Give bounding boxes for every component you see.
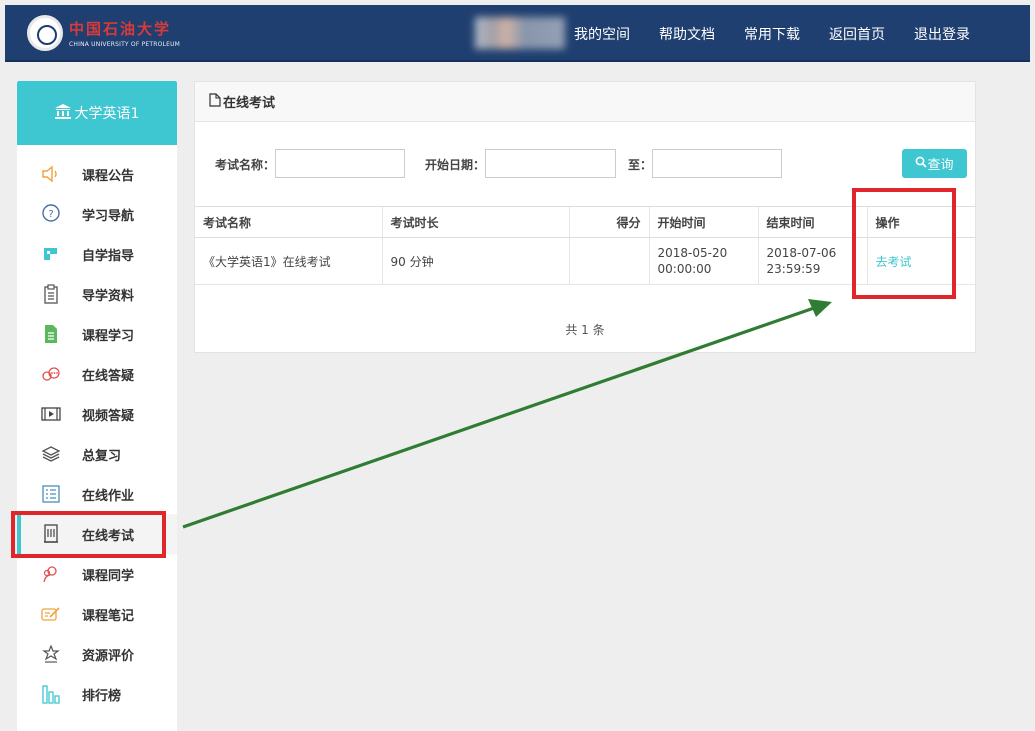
end-date-label: 至： [628,158,653,172]
table-header-row: 考试名称 考试时长 得分 开始时间 结束时间 操作 [195,206,975,238]
sidebar-item-navigation[interactable]: ? 学习导航 [17,194,177,234]
sidebar-item-classmates[interactable]: 课程同学 [17,554,177,594]
sidebar-item-label: 导学资料 [82,288,135,304]
sidebar-item-label: 在线答疑 [82,368,135,384]
exam-name-label: 考试名称： [215,158,276,172]
cell-duration: 90 分钟 [381,237,569,285]
clipboard-icon [41,284,61,304]
cell-start-time: 2018-05-20 00:00:00 [648,237,758,285]
sidebar-item-label: 课程学习 [82,328,135,344]
query-button[interactable]: 查询 [902,149,967,178]
guide-icon [41,244,61,264]
exam-icon [41,524,61,544]
exam-table: 考试名称 考试时长 得分 开始时间 结束时间 操作 《大学英语1》在线考试 90… [195,206,975,285]
course-title: 大学英语1 [74,106,140,122]
col-end-time: 结束时间 [757,206,867,238]
sidebar-item-video-qa[interactable]: 视频答疑 [17,394,177,434]
sidebar-item-resource-rating[interactable]: 资源评价 [17,634,177,674]
sidebar-item-label: 在线作业 [82,488,135,504]
sidebar-item-review[interactable]: 总复习 [17,434,177,474]
list-icon [41,484,61,504]
cell-end-time: 2018-07-06 23:59:59 [757,237,867,285]
chat-icon [41,364,61,384]
page-title: 在线考试 [223,96,276,111]
university-logo[interactable]: 中国石油大学 CHINA UNIVERSITY OF PETROLEUM [27,15,180,51]
cell-action: 去考试 [866,237,975,285]
nav-home[interactable]: 返回首页 [829,24,885,44]
col-action: 操作 [866,206,975,238]
sidebar-item-online-qa[interactable]: 在线答疑 [17,354,177,394]
sidebar-item-label: 课程同学 [82,568,135,584]
bar-chart-icon [41,684,61,704]
sidebar-item-self-study[interactable]: 自学指导 [17,234,177,274]
col-score: 得分 [568,206,649,238]
nav-logout[interactable]: 退出登录 [914,24,970,44]
nav-downloads[interactable]: 常用下载 [744,24,800,44]
cell-exam-name: 《大学英语1》在线考试 [195,237,382,285]
question-icon: ? [41,204,61,224]
video-icon [41,404,61,424]
sidebar-menu: 课程公告 ? 学习导航 自学指导 导学资料 课程学习 在线答疑 视频答疑 总复习 [17,154,177,714]
sidebar-item-notes[interactable]: 课程笔记 [17,594,177,634]
sidebar-item-label: 课程公告 [82,168,135,184]
col-exam-name: 考试名称 [195,206,382,238]
sidebar-item-label: 在线考试 [82,528,135,544]
sidebar-item-label: 排行榜 [82,688,122,704]
start-date-label: 开始日期： [425,158,486,172]
go-to-exam-link[interactable]: 去考试 [876,255,912,269]
sidebar-item-label: 视频答疑 [82,408,135,424]
nav-help-docs[interactable]: 帮助文档 [659,24,715,44]
sidebar-item-materials[interactable]: 导学资料 [17,274,177,314]
query-button-label: 查询 [927,158,954,173]
sidebar-item-ranking[interactable]: 排行榜 [17,674,177,714]
start-date-input[interactable] [485,149,616,178]
end-date-input[interactable] [652,149,782,178]
sidebar-item-label: 课程笔记 [82,608,135,624]
layers-icon [41,444,61,464]
note-icon [41,604,61,624]
exam-name-input[interactable] [275,149,405,178]
exam-panel: 在线考试 考试名称： 开始日期： 至： 查询 考试名称 考试时长 得分 开始时间… [194,81,976,353]
top-nav: 我的空间 帮助文档 常用下载 返回首页 退出登录 [545,24,970,44]
sidebar-item-label: 总复习 [82,448,122,464]
logo-english-name: CHINA UNIVERSITY OF PETROLEUM [69,41,181,48]
sidebar-item-homework[interactable]: 在线作业 [17,474,177,514]
svg-text:?: ? [48,209,53,220]
cell-score [568,237,649,285]
col-duration: 考试时长 [381,206,569,238]
sidebar-item-course-study[interactable]: 课程学习 [17,314,177,354]
sidebar-item-label: 学习导航 [82,208,135,224]
sidebar-item-label: 资源评价 [82,648,135,664]
sidebar: 大学英语1 课程公告 ? 学习导航 自学指导 导学资料 课程学习 在线答疑 视频… [17,81,177,731]
rating-icon [41,644,61,664]
panel-header: 在线考试 [195,82,975,122]
nav-my-space[interactable]: 我的空间 [574,24,630,44]
classmates-icon [41,564,61,584]
file-icon [209,92,221,111]
speaker-icon [41,164,61,184]
top-header: 中国石油大学 CHINA UNIVERSITY OF PETROLEUM 我的空… [5,5,1030,62]
sidebar-item-online-exam[interactable]: 在线考试 [17,514,177,554]
search-form: 考试名称： 开始日期： 至： 查询 [195,122,975,206]
bank-icon [54,103,71,123]
document-icon [41,324,61,344]
table-row: 《大学英语1》在线考试 90 分钟 2018-05-20 00:00:00 20… [195,237,975,285]
sidebar-item-label: 自学指导 [82,248,135,264]
pagination-total: 共 1 条 [565,323,605,337]
logo-chinese-name: 中国石油大学 [69,20,172,38]
search-icon [915,156,928,172]
col-start-time: 开始时间 [648,206,758,238]
university-seal-icon [27,15,63,51]
course-header[interactable]: 大学英语1 [17,81,177,145]
sidebar-item-announcement[interactable]: 课程公告 [17,154,177,194]
